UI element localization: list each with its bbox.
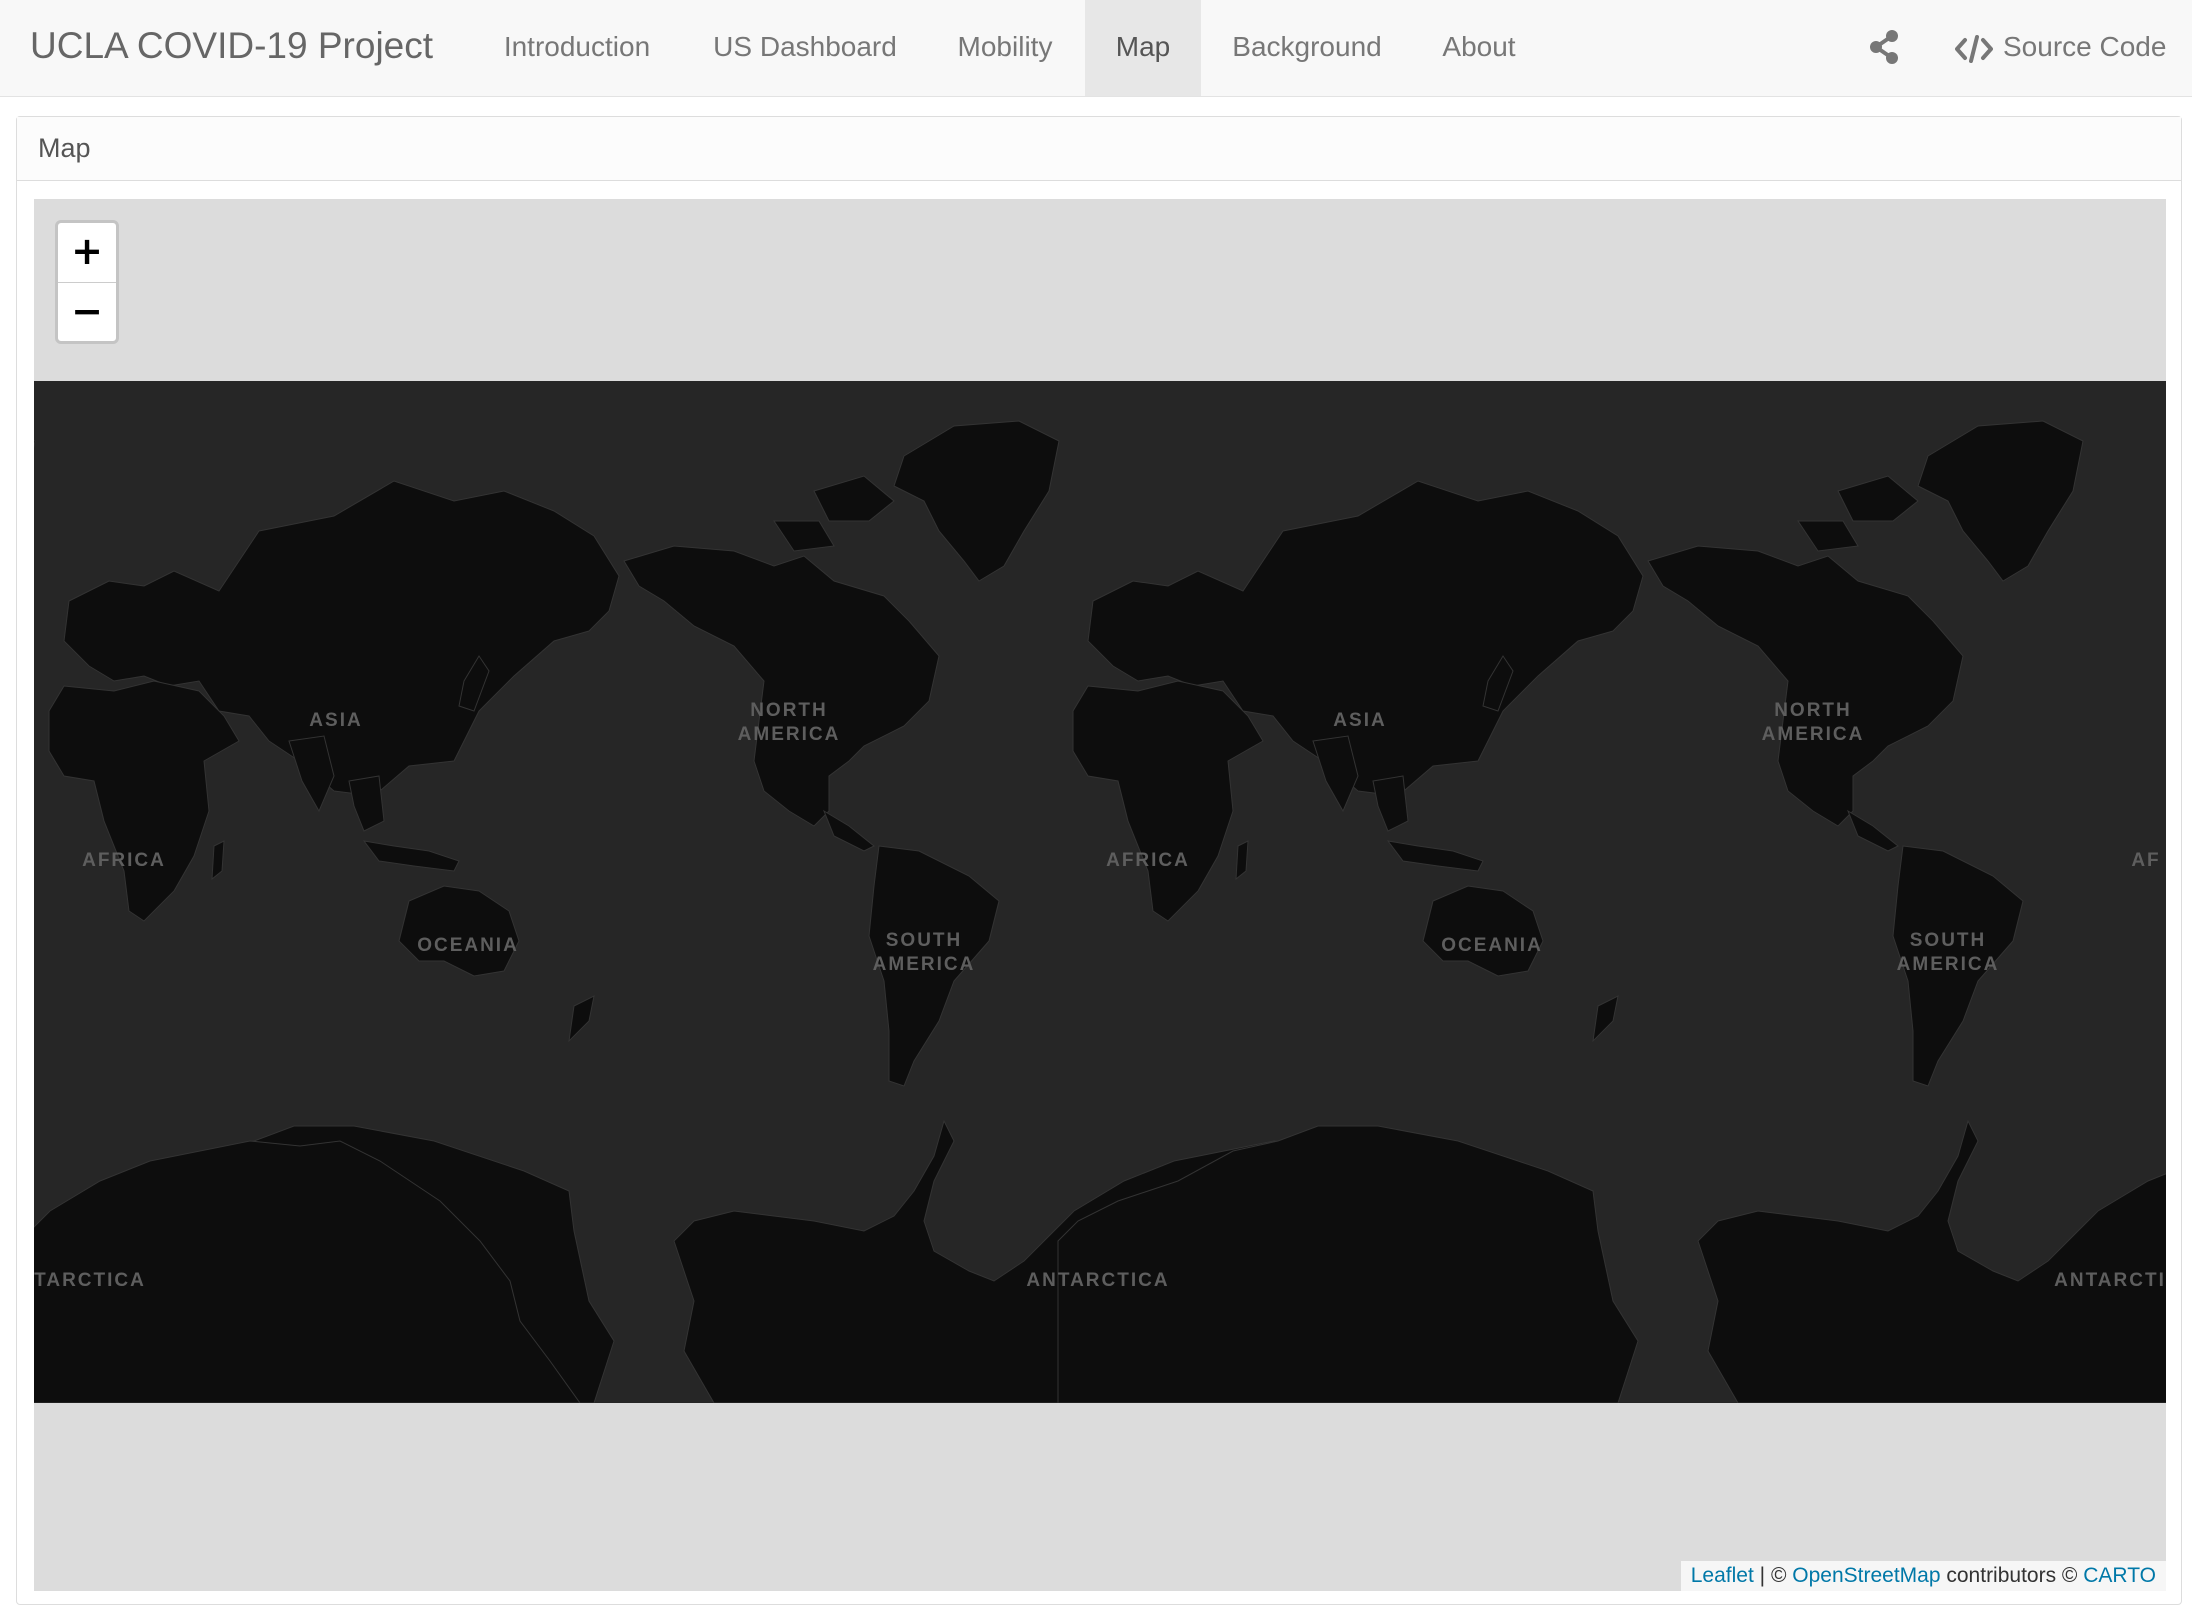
openstreetmap-link[interactable]: OpenStreetMap: [1792, 1564, 1940, 1587]
map-panel: Map ASIA ASIA AFRICA AFRICA AF NORTH AME…: [16, 116, 2182, 1605]
attribution-contributors: contributors ©: [1946, 1564, 2078, 1587]
brand-title[interactable]: UCLA COVID-19 Project: [30, 0, 433, 96]
code-icon: [1955, 34, 1993, 63]
attribution-separator: | ©: [1759, 1564, 1787, 1587]
navbar: UCLA COVID-19 Project Introduction US Da…: [0, 0, 2192, 97]
map-attribution: Leaflet | © OpenStreetMap contributors ©…: [1680, 1561, 2166, 1591]
world-tiles[interactable]: ASIA ASIA AFRICA AFRICA AF NORTH AMERICA…: [34, 381, 2166, 1403]
leaflet-link[interactable]: Leaflet: [1691, 1564, 1754, 1587]
source-code-label: Source Code: [2003, 31, 2167, 62]
nav-about[interactable]: About: [1412, 0, 1546, 96]
zoom-out-button[interactable]: −: [58, 283, 116, 342]
carto-link[interactable]: CARTO: [2083, 1564, 2156, 1587]
world-map: [34, 420, 2166, 1403]
panel-heading: Map: [17, 117, 2181, 181]
zoom-in-button[interactable]: +: [58, 223, 116, 283]
nav-introduction[interactable]: Introduction: [478, 0, 676, 96]
map-container[interactable]: ASIA ASIA AFRICA AFRICA AF NORTH AMERICA…: [34, 199, 2166, 1591]
nav-mobility[interactable]: Mobility: [937, 0, 1073, 96]
nav-us-dashboard[interactable]: US Dashboard: [689, 0, 921, 96]
nav-map[interactable]: Map: [1085, 0, 1201, 96]
source-code-link[interactable]: Source Code: [1955, 0, 2166, 96]
zoom-control: + −: [55, 220, 119, 344]
share-icon[interactable]: [1868, 30, 1900, 64]
nav-background[interactable]: Background: [1216, 0, 1398, 96]
